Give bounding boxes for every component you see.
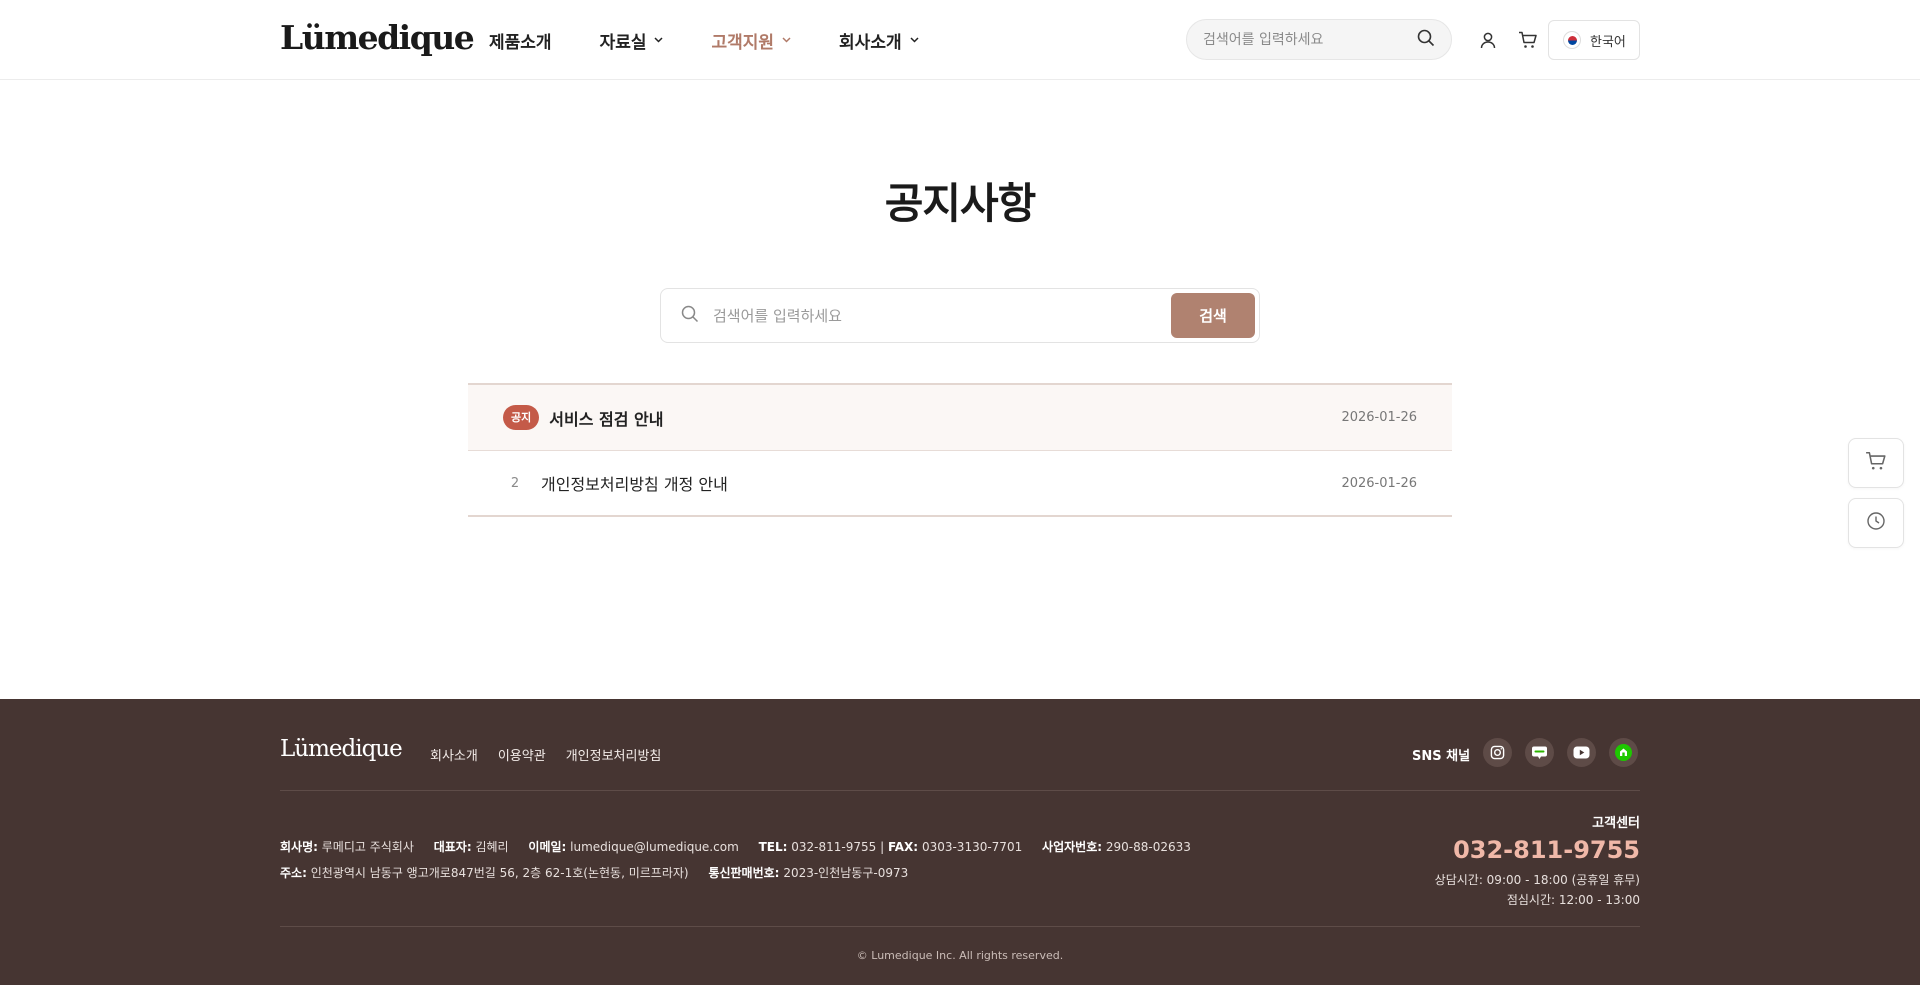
- language-selector[interactable]: 한국어: [1548, 20, 1640, 60]
- korea-flag-icon: [1563, 31, 1581, 49]
- main-nav: 제품소개 자료실 고객지원 회사소개: [489, 0, 967, 80]
- chevron-down-icon: [782, 37, 791, 43]
- footer-link-company[interactable]: 회사소개: [430, 745, 478, 764]
- nav-item-resources[interactable]: 자료실: [600, 28, 664, 53]
- notice-badge: 공지: [503, 405, 540, 430]
- customer-center-phone[interactable]: 032-811-9755: [1435, 836, 1640, 864]
- nav-item-products[interactable]: 제품소개: [489, 28, 552, 53]
- floating-cart-button[interactable]: [1848, 438, 1904, 488]
- footer-logo[interactable]: Lümedique: [280, 736, 403, 762]
- footer: Lümedique 회사소개 이용약관 개인정보처리방침 SNS 채널 회사명:…: [0, 699, 1920, 985]
- naver-store-icon[interactable]: [1609, 738, 1638, 767]
- user-icon[interactable]: [1476, 28, 1500, 52]
- customer-center-label: 고객센터: [1592, 816, 1640, 831]
- copyright: © Lumedique Inc. All rights reserved.: [856, 949, 1064, 962]
- youtube-icon[interactable]: [1567, 738, 1596, 767]
- customer-center-hours: 상담시간: 09:00 - 18:00 (공휴일 휴무) 점심시간: 12:00…: [1434, 873, 1640, 907]
- nav-item-label: 회사소개: [839, 32, 902, 53]
- post-number: 2: [510, 475, 520, 491]
- customer-center: 고객센터 032-811-9755 상담시간: 09:00 - 18:00 (공…: [1435, 812, 1640, 910]
- chevron-down-icon: [654, 37, 664, 43]
- nav-item-label: 고객지원: [711, 32, 775, 53]
- post-date: 2026-01-26: [1341, 475, 1417, 491]
- nav-item-company[interactable]: 회사소개: [839, 28, 919, 53]
- footer-links: 회사소개 이용약관 개인정보처리방침: [430, 745, 681, 764]
- footer-divider: [280, 926, 1640, 927]
- table-row[interactable]: 2 개인정보처리방침 개정 안내 2026-01-26: [468, 451, 1452, 517]
- post-title[interactable]: 개인정보처리방침 개정 안내: [541, 471, 1341, 495]
- cart-icon[interactable]: [1516, 28, 1540, 52]
- search-button[interactable]: 검색: [1171, 293, 1255, 338]
- nav-item-label: 자료실: [599, 32, 647, 53]
- notice-list: 공지 서비스 점검 안내 2026-01-26 2 개인정보처리방침 개정 안내…: [468, 383, 1452, 517]
- search-icon: [681, 305, 699, 327]
- footer-divider: [280, 790, 1640, 791]
- company-info-line-1: 회사명: 루메디고 주식회사 대표자: 김혜리 이메일: lumedique@l…: [280, 840, 1191, 854]
- footer-link-privacy[interactable]: 개인정보처리방침: [566, 745, 662, 764]
- nav-item-support[interactable]: 고객지원: [711, 28, 791, 53]
- header-search-input[interactable]: [1203, 31, 1417, 48]
- post-title[interactable]: 서비스 점검 안내: [549, 406, 1341, 430]
- instagram-icon[interactable]: [1483, 738, 1512, 767]
- floating-recent-button[interactable]: [1848, 498, 1904, 548]
- logo[interactable]: Lümedique: [280, 18, 475, 57]
- chevron-down-icon: [910, 37, 919, 43]
- clock-icon: [1866, 511, 1886, 535]
- language-label: 한국어: [1590, 34, 1626, 50]
- cart-icon: [1865, 451, 1887, 475]
- table-row[interactable]: 공지 서비스 점검 안내 2026-01-26: [468, 385, 1452, 451]
- blog-icon[interactable]: [1525, 738, 1554, 767]
- notice-search: 검색: [660, 288, 1260, 343]
- header-search: [1186, 19, 1452, 60]
- nav-item-label: 제품소개: [489, 32, 552, 53]
- header: Lümedique 제품소개 자료실 고객지원 회사소개 검색어를 입력하세요 …: [0, 0, 1920, 80]
- footer-link-terms[interactable]: 이용약관: [498, 745, 546, 764]
- post-date: 2026-01-26: [1341, 410, 1417, 425]
- sns-label: SNS 채널: [1412, 749, 1471, 764]
- page-title: 공지사항: [884, 179, 1037, 228]
- company-info-line-2: 주소: 인천광역시 남동구 앵고개로847번길 56, 2층 62-1호(논현동…: [280, 866, 909, 880]
- search-icon[interactable]: [1417, 29, 1435, 51]
